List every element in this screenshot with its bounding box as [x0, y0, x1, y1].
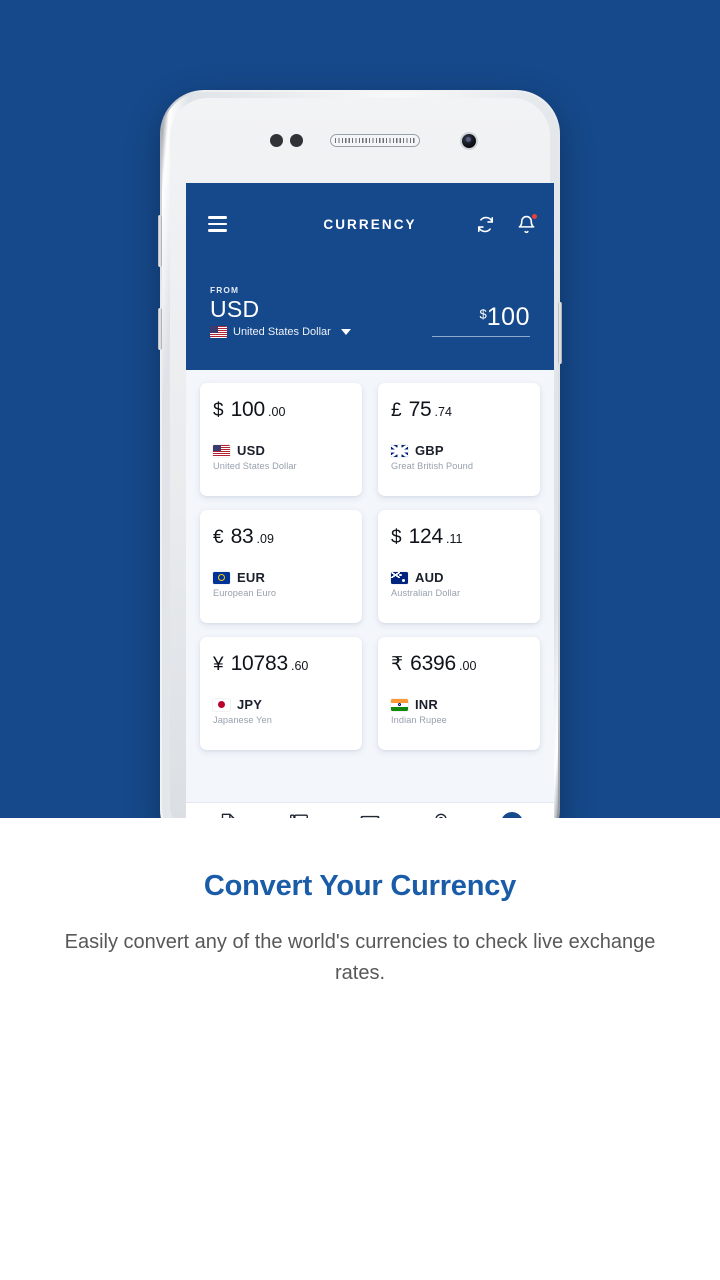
- currency-code: USD: [237, 443, 266, 458]
- rate-symbol: $: [391, 527, 402, 548]
- flag-eu-icon: [213, 571, 230, 584]
- power-button[interactable]: [558, 302, 562, 364]
- rate-amount: £ 75 .74: [391, 398, 527, 422]
- rate-code-row: GBP: [391, 443, 527, 458]
- currency-name: Australian Dollar: [391, 588, 461, 598]
- from-label: FROM: [210, 285, 240, 295]
- amount-input[interactable]: $100: [432, 303, 530, 337]
- flag-gb-icon: [391, 444, 408, 457]
- rate-amount: $ 124 .11: [391, 525, 527, 549]
- rate-meta: JPY Japanese Yen: [213, 697, 349, 725]
- rate-integer: 124: [408, 525, 444, 548]
- rate-decimal: .74: [434, 405, 452, 419]
- rate-amount: $ 100 .00: [213, 398, 349, 422]
- app-bar: CURRENCY: [186, 209, 554, 239]
- from-currency-name: United States Dollar: [233, 326, 331, 339]
- rate-decimal: .11: [446, 532, 463, 546]
- bottom-tab-bar: Docs: [186, 802, 554, 818]
- rate-code-row: AUD: [391, 570, 527, 585]
- caption-subtitle: Easily convert any of the world's curren…: [64, 931, 656, 984]
- flag-au-icon: [391, 571, 408, 584]
- rate-integer: 83: [230, 525, 254, 548]
- amount-value: 100: [486, 303, 530, 331]
- proximity-sensor-icon: [270, 134, 283, 147]
- flag-jp-icon: [213, 698, 230, 711]
- rate-amount: ₹ 6396 .00: [391, 652, 527, 676]
- app-header: CURRENCY: [186, 183, 554, 283]
- rate-meta: AUD Australian Dollar: [391, 570, 527, 598]
- rate-meta: GBP Great British Pound: [391, 443, 527, 471]
- light-sensor-icon: [290, 134, 303, 147]
- front-camera-icon: [460, 132, 478, 150]
- rate-decimal: .00: [459, 659, 477, 673]
- rate-amount: ¥ 10783 .60: [213, 652, 349, 676]
- bell-icon[interactable]: [517, 213, 537, 234]
- rate-decimal: .09: [256, 532, 274, 546]
- currency-name: Indian Rupee: [391, 715, 447, 725]
- rate-integer: 10783: [230, 652, 289, 675]
- currency-code: JPY: [237, 697, 263, 712]
- hero-band: CURRENCY FROM USD United States Dollar $…: [0, 0, 720, 818]
- phone-face: CURRENCY FROM USD United States Dollar $…: [170, 98, 554, 818]
- currency-name: Japanese Yen: [213, 715, 272, 725]
- rate-symbol: €: [213, 527, 224, 548]
- earpiece-speaker: [330, 134, 420, 147]
- caption-section: Convert Your Currency Easily convert any…: [0, 818, 720, 989]
- rate-code-row: JPY: [213, 697, 349, 712]
- rate-meta: USD United States Dollar: [213, 443, 349, 471]
- volume-up-button[interactable]: [158, 215, 162, 267]
- rate-decimal: .00: [268, 405, 286, 419]
- rate-card[interactable]: ¥ 10783 .60 JPY Japanese Yen: [200, 637, 362, 750]
- rate-card[interactable]: $ 124 .11 AUD Australian Dollar: [378, 510, 540, 623]
- rate-code-row: USD: [213, 443, 349, 458]
- currency-code: EUR: [237, 570, 266, 585]
- rate-amount: € 83 .09: [213, 525, 349, 549]
- rate-symbol: £: [391, 400, 402, 421]
- currency-code: AUD: [415, 570, 444, 585]
- earpiece-mesh: [335, 138, 415, 143]
- currency-name: United States Dollar: [213, 461, 297, 471]
- from-currency-block: FROM USD United States Dollar $100: [186, 283, 554, 370]
- app-screen: CURRENCY FROM USD United States Dollar $…: [186, 183, 554, 818]
- phone-sensor-row: [170, 132, 550, 150]
- rate-integer: 75: [408, 398, 432, 421]
- chevron-down-icon: [340, 329, 351, 336]
- phone-body: CURRENCY FROM USD United States Dollar $…: [158, 90, 562, 818]
- notification-badge: [531, 213, 537, 219]
- currency-code: INR: [415, 697, 438, 712]
- header-icon-group: [476, 213, 537, 234]
- rate-symbol: ₹: [391, 654, 404, 675]
- rate-integer: 6396: [410, 652, 457, 675]
- phone-mockup: CURRENCY FROM USD United States Dollar $…: [158, 90, 562, 818]
- currency-code: GBP: [415, 443, 444, 458]
- rate-code-row: EUR: [213, 570, 349, 585]
- rate-meta: EUR European Euro: [213, 570, 349, 598]
- rate-card[interactable]: € 83 .09 EUR European Euro: [200, 510, 362, 623]
- flag-us-icon: [210, 326, 227, 339]
- refresh-icon[interactable]: [476, 215, 495, 234]
- flag-in-icon: [391, 698, 408, 711]
- amount-currency-symbol: $: [479, 306, 487, 322]
- rate-card[interactable]: $ 100 .00 USD United States Dollar: [200, 383, 362, 496]
- volume-down-button[interactable]: [158, 308, 162, 350]
- rate-code-row: INR: [391, 697, 527, 712]
- flag-us-icon: [213, 444, 230, 457]
- page-root: CURRENCY FROM USD United States Dollar $…: [0, 0, 720, 1280]
- caption-title: Convert Your Currency: [203, 870, 517, 902]
- rate-decimal: .60: [290, 659, 309, 673]
- rate-symbol: $: [213, 400, 224, 421]
- rate-card[interactable]: ₹ 6396 .00 INR Indian Rupee: [378, 637, 540, 750]
- rate-card[interactable]: £ 75 .74 GBP Great British Pound: [378, 383, 540, 496]
- rate-meta: INR Indian Rupee: [391, 697, 527, 725]
- rate-card-grid: $ 100 .00 USD United States Dollar £ 75 …: [186, 370, 554, 750]
- currency-name: European Euro: [213, 588, 277, 598]
- currency-name: Great British Pound: [391, 461, 474, 471]
- phone-rim: CURRENCY FROM USD United States Dollar $…: [162, 92, 558, 818]
- rate-symbol: ¥: [213, 654, 224, 675]
- rate-integer: 100: [230, 398, 266, 421]
